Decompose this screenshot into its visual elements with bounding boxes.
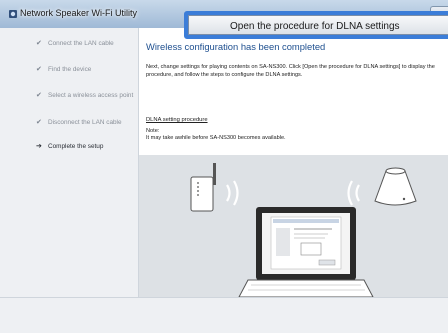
app-speaker-icon: [9, 10, 17, 18]
step-label: Connect the LAN cable: [48, 40, 114, 47]
app-window: Network Speaker Wi-Fi Utility ✔ Connect …: [0, 0, 448, 333]
window-title: Network Speaker Wi-Fi Utility: [20, 8, 138, 18]
step-label: Complete the setup: [48, 143, 104, 150]
wifi-signal-icon: [347, 180, 360, 206]
steps-sidebar: ✔ Connect the LAN cable ✔ Find the devic…: [26, 28, 139, 297]
step-label: Select a wireless access point: [48, 92, 134, 99]
open-dlna-procedure-label: Open the procedure for DLNA settings: [188, 15, 448, 35]
open-dlna-procedure-button[interactable]: Open the procedure for DLNA settings: [184, 11, 448, 39]
instructions-text: Next, change settings for playing conten…: [146, 64, 435, 78]
checkmark-icon: ✔: [36, 66, 42, 73]
checkmark-icon: ✔: [36, 119, 42, 126]
content-panel: Wireless configuration has been complete…: [139, 28, 448, 298]
arrow-right-icon: ➔: [36, 143, 42, 150]
dlna-procedure-link[interactable]: DLNA setting procedure: [146, 117, 208, 123]
router-icon: [190, 163, 216, 212]
note-block: Note: It may take awhile before SA-NS300…: [146, 128, 444, 142]
bottom-left-spacer: [0, 298, 26, 333]
speaker-icon: [374, 167, 417, 206]
note-label: Note:: [146, 128, 160, 134]
step-label: Find the device: [48, 66, 92, 73]
page-heading: Wireless configuration has been complete…: [146, 41, 326, 52]
bottom-button-bar: [0, 297, 448, 333]
checkmark-icon: ✔: [36, 92, 42, 99]
checkmark-icon: ✔: [36, 40, 42, 47]
wifi-signal-icon: [226, 180, 239, 206]
step-label: Disconnect the LAN cable: [48, 119, 122, 126]
setup-illustration: [139, 155, 448, 298]
note-text: It may take awhile before SA-NS300 becom…: [146, 135, 286, 142]
laptop-icon: [238, 207, 374, 298]
illustration-graphic: [190, 163, 417, 298]
